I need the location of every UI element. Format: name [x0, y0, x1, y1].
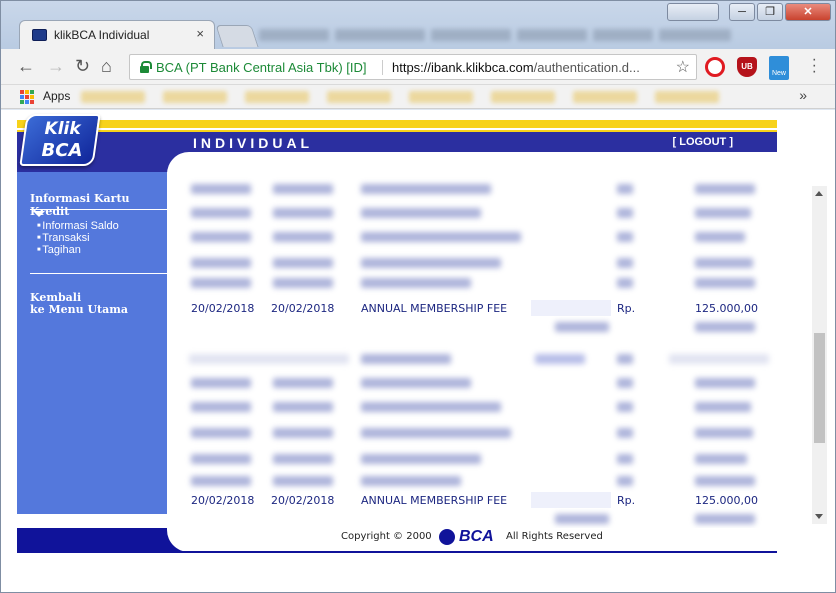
table-row: 20/02/2018 20/02/2018 ANNUAL MEMBERSHIP … [189, 300, 777, 316]
address-bar[interactable]: BCA (PT Bank Central Asia Tbk) [ID] http… [129, 54, 697, 80]
trans-date: 20/02/2018 [191, 302, 255, 315]
blurred-row [189, 256, 777, 270]
bca-brand-text: BCA [459, 528, 494, 545]
menu-triangle-icon [33, 211, 45, 217]
logo-text-bca: BCA [41, 140, 83, 161]
table-row: 20/02/2018 20/02/2018 ANNUAL MEMBERSHIP … [189, 492, 777, 508]
blurred-row [189, 320, 777, 334]
blurred-row [189, 426, 777, 440]
copyright-text: Copyright © 2000 [341, 531, 432, 542]
blurred-row [189, 400, 777, 414]
rights-text: All Rights Reserved [506, 531, 603, 542]
maximize-button[interactable]: ❐ [757, 3, 783, 21]
post-date: 20/02/2018 [271, 494, 335, 507]
apps-bookmark[interactable]: Apps [43, 89, 70, 103]
home-icon[interactable]: ⌂ [101, 56, 112, 77]
ev-certificate-label[interactable]: BCA (PT Bank Central Asia Tbk) [ID] [156, 60, 367, 75]
page-viewport: INDIVIDUAL [ LOGOUT ] Klik BCA Informasi… [1, 110, 835, 592]
reload-icon[interactable]: ↻ [75, 56, 90, 77]
sidebar-item-transaksi[interactable]: Transaksi [37, 232, 119, 244]
browser-toolbar: ← → ↻ ⌂ BCA (PT Bank Central Asia Tbk) [… [1, 49, 835, 85]
bca-footer-logo: BCA [439, 528, 499, 546]
tab-title: klikBCA Individual [54, 28, 150, 42]
forward-arrow-icon[interactable]: → [47, 56, 65, 77]
klikbca-favicon-icon [32, 29, 47, 41]
sidebar-heading[interactable]: Informasi Kartu Kredit [30, 192, 167, 218]
scroll-up-arrow-icon[interactable] [815, 191, 823, 196]
lock-icon [140, 61, 152, 73]
blurred-row [189, 512, 777, 526]
amount: 125.000,00 [695, 302, 758, 315]
trans-date: 20/02/2018 [191, 494, 255, 507]
blurred-bookmarks [81, 90, 781, 104]
scroll-thumb[interactable] [814, 333, 825, 443]
blurred-tabs [259, 28, 819, 44]
blurred-row [189, 474, 777, 488]
section-title: INDIVIDUAL [193, 135, 314, 151]
sidebar-divider [30, 209, 167, 210]
apps-grid-icon[interactable] [20, 90, 34, 104]
active-tab[interactable]: klikBCA Individual × [19, 20, 215, 50]
blurred-row [189, 182, 777, 196]
ublock-shield-icon[interactable]: UB [737, 57, 757, 77]
klikbca-logo: Klik BCA [19, 114, 101, 166]
more-bookmarks-chevron-icon[interactable]: » [799, 87, 807, 103]
address-separator [382, 60, 383, 75]
title-bar: klikBCA Individual × ─ ❐ ✕ [1, 1, 835, 50]
blurred-row [189, 452, 777, 466]
post-date: 20/02/2018 [271, 302, 335, 315]
tab-close-icon[interactable]: × [196, 26, 204, 41]
bca-seal-icon [439, 529, 455, 545]
url-path: /authentication.d... [533, 60, 640, 75]
new-tab-button[interactable] [215, 25, 259, 47]
logout-link[interactable]: [ LOGOUT ] [673, 136, 734, 148]
sidebar-item-tagihan[interactable]: Tagihan [37, 244, 119, 256]
currency: Rp. [617, 302, 636, 315]
blurred-row [189, 230, 777, 244]
extension-red-ring-icon[interactable] [705, 57, 725, 77]
browser-window: klikBCA Individual × ─ ❐ ✕ ← → ↻ ⌂ BCA (… [0, 0, 836, 593]
logo-text-klik: Klik [44, 119, 81, 139]
browser-menu-icon[interactable]: · · · [812, 52, 817, 80]
transaction-list: 20/02/2018 20/02/2018 ANNUAL MEMBERSHIP … [189, 176, 777, 526]
cell-bg [531, 492, 611, 508]
window-controls: ─ ❐ ✕ [667, 3, 831, 21]
sidebar-item-informasi-saldo[interactable]: Informasi Saldo [37, 220, 118, 232]
yellow-stripe [17, 120, 777, 128]
sidebar-divider [30, 273, 167, 274]
scroll-down-arrow-icon[interactable] [815, 514, 823, 519]
footer-line [17, 551, 777, 553]
close-window-button[interactable]: ✕ [785, 3, 831, 21]
back-arrow-icon[interactable]: ← [17, 56, 35, 77]
sidebar: Informasi Kartu Kredit Informasi Saldo T… [17, 172, 167, 514]
sidebar-menu: Informasi Saldo Transaksi Tagihan [37, 220, 119, 256]
blurred-row [189, 352, 777, 366]
minimize-button[interactable]: ─ [729, 3, 755, 21]
url-text[interactable]: https://ibank.klikbca.com/authentication… [392, 60, 667, 75]
cell-bg [531, 300, 611, 316]
currency: Rp. [617, 494, 636, 507]
back-line-2: ke Menu Utama [30, 303, 129, 316]
blurred-row [189, 276, 777, 290]
page-scrollbar[interactable] [812, 186, 827, 524]
url-host: https://ibank.klikbca.com [392, 60, 534, 75]
blurred-row [189, 376, 777, 390]
blurred-row [189, 206, 777, 220]
bookmark-star-icon[interactable]: ☆ [676, 57, 690, 77]
description: ANNUAL MEMBERSHIP FEE [361, 494, 508, 507]
window-search-button[interactable] [667, 3, 719, 21]
description: ANNUAL MEMBERSHIP FEE [361, 302, 508, 315]
bookmarks-bar: Apps » [1, 85, 835, 109]
new-badge-extension-icon[interactable]: New [769, 56, 789, 80]
back-to-main-menu-link[interactable]: Kembali ke Menu Utama [30, 292, 128, 316]
amount: 125.000,00 [695, 494, 758, 507]
